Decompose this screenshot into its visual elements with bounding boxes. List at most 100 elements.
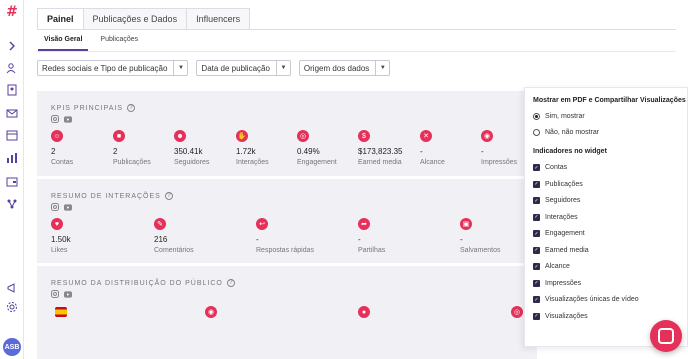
users-icon: ☺	[51, 130, 63, 142]
indicator-check-6[interactable]: ✓ Alcance	[533, 263, 570, 270]
hand-icon: ✋	[236, 130, 248, 142]
radio-selected[interactable]	[533, 113, 540, 120]
indicator-check-8[interactable]: ✓ Visualizações únicas de vídeo	[533, 296, 639, 303]
interactions-title-text: RESUMO DE INTERAÇÕES	[51, 192, 161, 200]
network-icon[interactable]	[5, 197, 19, 211]
interaction-0: ♥ 1.50k Likes	[51, 218, 141, 254]
help-icon[interactable]: ?	[127, 104, 136, 112]
interaction-value: 1.50k	[51, 235, 71, 244]
megaphone-icon[interactable]	[5, 281, 19, 295]
instagram-icon	[51, 115, 59, 123]
heart-icon: ♥	[51, 218, 63, 230]
interactions-title: RESUMO DE INTERAÇÕES?	[51, 192, 173, 200]
interaction-label: Likes	[51, 247, 68, 254]
indicator-check-9[interactable]: ✓ Visualizações	[533, 312, 588, 320]
check-label: Contas	[545, 164, 568, 171]
bar-chart-icon[interactable]	[5, 151, 19, 165]
kpi-3: ✋ 1.72k Interações	[236, 130, 296, 166]
location-icon: ◉	[205, 306, 217, 318]
checkbox-checked[interactable]: ✓	[533, 197, 540, 204]
chevron-right-icon[interactable]	[5, 39, 19, 53]
kpi-4: ◎ 0.49% Engagement	[297, 130, 357, 166]
indicator-check-3[interactable]: ✓ Interações	[533, 213, 578, 221]
indicator-check-4[interactable]: ✓ Engagement	[533, 230, 585, 237]
calendar-icon[interactable]	[5, 128, 19, 142]
indicator-check-1[interactable]: ✓ Publicações	[533, 180, 583, 188]
checkbox-checked[interactable]: ✓	[533, 312, 540, 320]
radio-show-no[interactable]: Não, não mostrar	[533, 129, 599, 136]
filter-social-networks[interactable]: Redes sociais e Tipo de publicação ▼	[37, 60, 189, 76]
tab-influencers[interactable]: Influencers	[186, 8, 251, 29]
section-divider	[37, 176, 537, 179]
interaction-value: 216	[154, 235, 168, 244]
social-icons	[51, 203, 77, 211]
contact-book-icon[interactable]	[5, 83, 19, 97]
user-search-icon[interactable]	[5, 61, 19, 75]
checkbox-checked[interactable]: ✓	[533, 230, 540, 237]
radio-show-yes[interactable]: Sim, mostrar	[533, 113, 585, 120]
help-icon[interactable]: ?	[164, 192, 173, 200]
check-label: Visualizações	[545, 312, 588, 320]
subtab-publicacoes[interactable]: Publicações	[94, 36, 144, 51]
subtab-visao-geral[interactable]: Visão Geral	[38, 36, 89, 51]
indicator-check-5[interactable]: ✓ Earned media	[533, 246, 589, 254]
tab-painel[interactable]: Painel	[37, 8, 84, 29]
filter-label: Origem dos dados	[303, 63, 370, 73]
radio-unselected[interactable]	[533, 129, 540, 136]
filter-publication-date[interactable]: Data de publicação ▼	[196, 60, 291, 76]
indicator-check-0[interactable]: ✓ Contas	[533, 164, 567, 171]
top-tabs: Painel Publicações e Dados Influencers	[37, 8, 251, 29]
kpi-1: ■ 2 Publicações	[113, 130, 173, 166]
filter-label: Redes sociais e Tipo de publicação	[42, 63, 168, 73]
checkbox-checked[interactable]: ✓	[533, 263, 540, 270]
check-label: Seguidores	[545, 197, 581, 204]
checkbox-checked[interactable]: ✓	[533, 279, 540, 287]
indicator-check-2[interactable]: ✓ Seguidores	[533, 197, 580, 204]
interaction-2: ↩ - Respostas rápidas	[256, 218, 346, 254]
eye-icon: ◉	[481, 130, 493, 142]
chat-help-button[interactable]	[650, 320, 682, 352]
dashboard-content: KPIS PRINCIPAIS? ☺ 2 Contas ■ 2 Publicações ☻ 3…	[37, 91, 537, 359]
interaction-value: -	[256, 235, 259, 244]
kpis-title-text: KPIS PRINCIPAIS	[51, 104, 124, 112]
checkbox-checked[interactable]: ✓	[533, 180, 540, 188]
filter-label: Data de publicação	[201, 63, 270, 73]
instagram-icon	[51, 290, 59, 298]
settings-icon[interactable]	[5, 300, 19, 314]
checkbox-checked[interactable]: ✓	[533, 246, 540, 254]
checkbox-checked[interactable]: ✓	[533, 213, 540, 221]
help-icon[interactable]: ?	[226, 279, 235, 287]
radio-label: Sim, mostrar	[545, 113, 585, 120]
avatar[interactable]: ASB	[3, 338, 21, 356]
check-label: Visualizações únicas de vídeo	[545, 296, 639, 303]
post-icon: ■	[113, 130, 125, 142]
tab-publicacoes-e-dados[interactable]: Publicações e Dados	[82, 8, 188, 29]
mail-icon[interactable]	[5, 106, 19, 120]
chevron-down-icon: ▼	[173, 61, 187, 75]
subtabs-divider	[37, 51, 676, 52]
interaction-3: ➦ - Partilhas	[358, 218, 448, 254]
kpi-0: ☺ 2 Contas	[51, 130, 111, 166]
indicator-check-7[interactable]: ✓ Impressões	[533, 279, 582, 287]
check-label: Impressões	[545, 279, 582, 287]
interaction-label: Comentários	[154, 247, 194, 254]
interaction-label: Respostas rápidas	[256, 247, 314, 254]
spain-flag-icon	[55, 307, 67, 317]
checkbox-checked[interactable]: ✓	[533, 296, 540, 303]
dollar-icon: $	[358, 130, 370, 142]
youtube-icon	[64, 115, 72, 123]
filter-bar: Redes sociais e Tipo de publicação ▼ Data…	[37, 60, 398, 76]
app-logo[interactable]: #	[4, 4, 20, 20]
followers-icon: ☻	[174, 130, 186, 142]
widget-settings-panel: Mostrar em PDF e Compartilhar Visualizaç…	[524, 87, 688, 347]
kpi-label: Earned media	[358, 159, 402, 166]
checkbox-checked[interactable]: ✓	[533, 164, 540, 171]
reply-icon: ↩	[256, 218, 268, 230]
youtube-icon	[64, 203, 72, 211]
check-label: Engagement	[545, 230, 585, 237]
kpi-value: 2	[113, 147, 118, 156]
reach-icon: ✕	[420, 130, 432, 142]
check-label: Alcance	[545, 263, 570, 270]
filter-data-origin[interactable]: Origem dos dados ▼	[298, 60, 391, 76]
wallet-icon[interactable]	[5, 174, 19, 188]
